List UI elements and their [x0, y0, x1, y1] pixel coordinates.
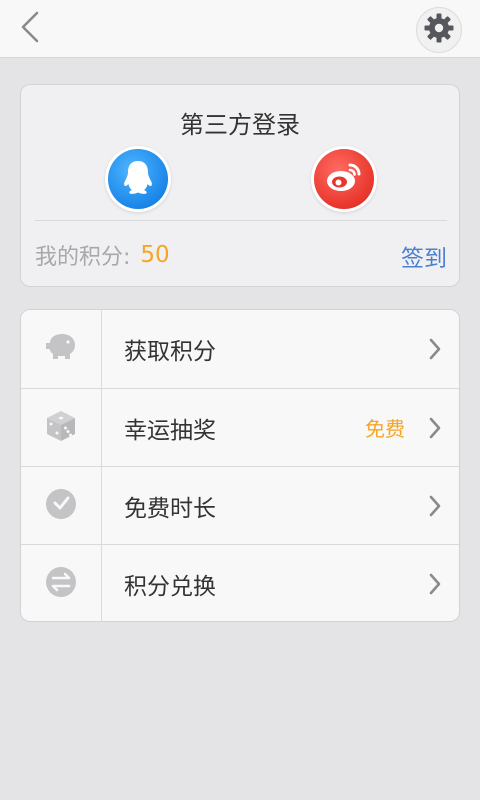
menu-item-free-time[interactable]: 免费时长: [21, 466, 459, 544]
menu-item-lucky-draw[interactable]: 幸运抽奖 免费: [21, 388, 459, 466]
login-divider: [35, 220, 447, 221]
menu-item-label: 幸运抽奖: [124, 417, 216, 444]
piggy-bank-icon: [44, 332, 78, 366]
chevron-right-icon: [425, 493, 445, 519]
login-title: 第三方登录: [180, 111, 300, 139]
top-bar: [0, 0, 480, 58]
free-badge: 免费: [365, 417, 405, 441]
points-row: 我的积分: 50 签到: [35, 235, 447, 275]
gear-icon: [423, 12, 455, 48]
dice-icon: [44, 409, 78, 447]
points-value: 50: [140, 242, 170, 268]
weibo-eye-icon: [324, 160, 364, 198]
menu-item-earn-points[interactable]: 获取积分: [21, 310, 459, 388]
checkin-button[interactable]: 签到: [401, 239, 447, 273]
qq-login-button[interactable]: [108, 149, 168, 209]
menu-card: 获取积分 幸运抽奖 免费 免费时长 积分兑换: [20, 309, 460, 622]
third-party-login-card: 第三方登录 我的积分: 50 签到: [20, 84, 460, 287]
weibo-login-button[interactable]: [314, 149, 374, 209]
settings-button[interactable]: [416, 7, 462, 53]
chevron-right-icon: [425, 571, 445, 597]
menu-item-label: 免费时长: [124, 495, 216, 522]
chevron-left-icon: [19, 11, 41, 47]
menu-item-points-exchange[interactable]: 积分兑换: [21, 544, 459, 621]
menu-item-label: 积分兑换: [124, 573, 216, 600]
exchange-icon: [44, 565, 78, 603]
clock-icon: [44, 487, 78, 525]
back-button[interactable]: [12, 10, 48, 48]
chevron-right-icon: [425, 415, 445, 441]
menu-item-label: 获取积分: [124, 339, 216, 365]
chevron-right-icon: [425, 336, 445, 362]
qq-penguin-icon: [121, 158, 155, 200]
points-label: 我的积分:: [35, 245, 131, 270]
